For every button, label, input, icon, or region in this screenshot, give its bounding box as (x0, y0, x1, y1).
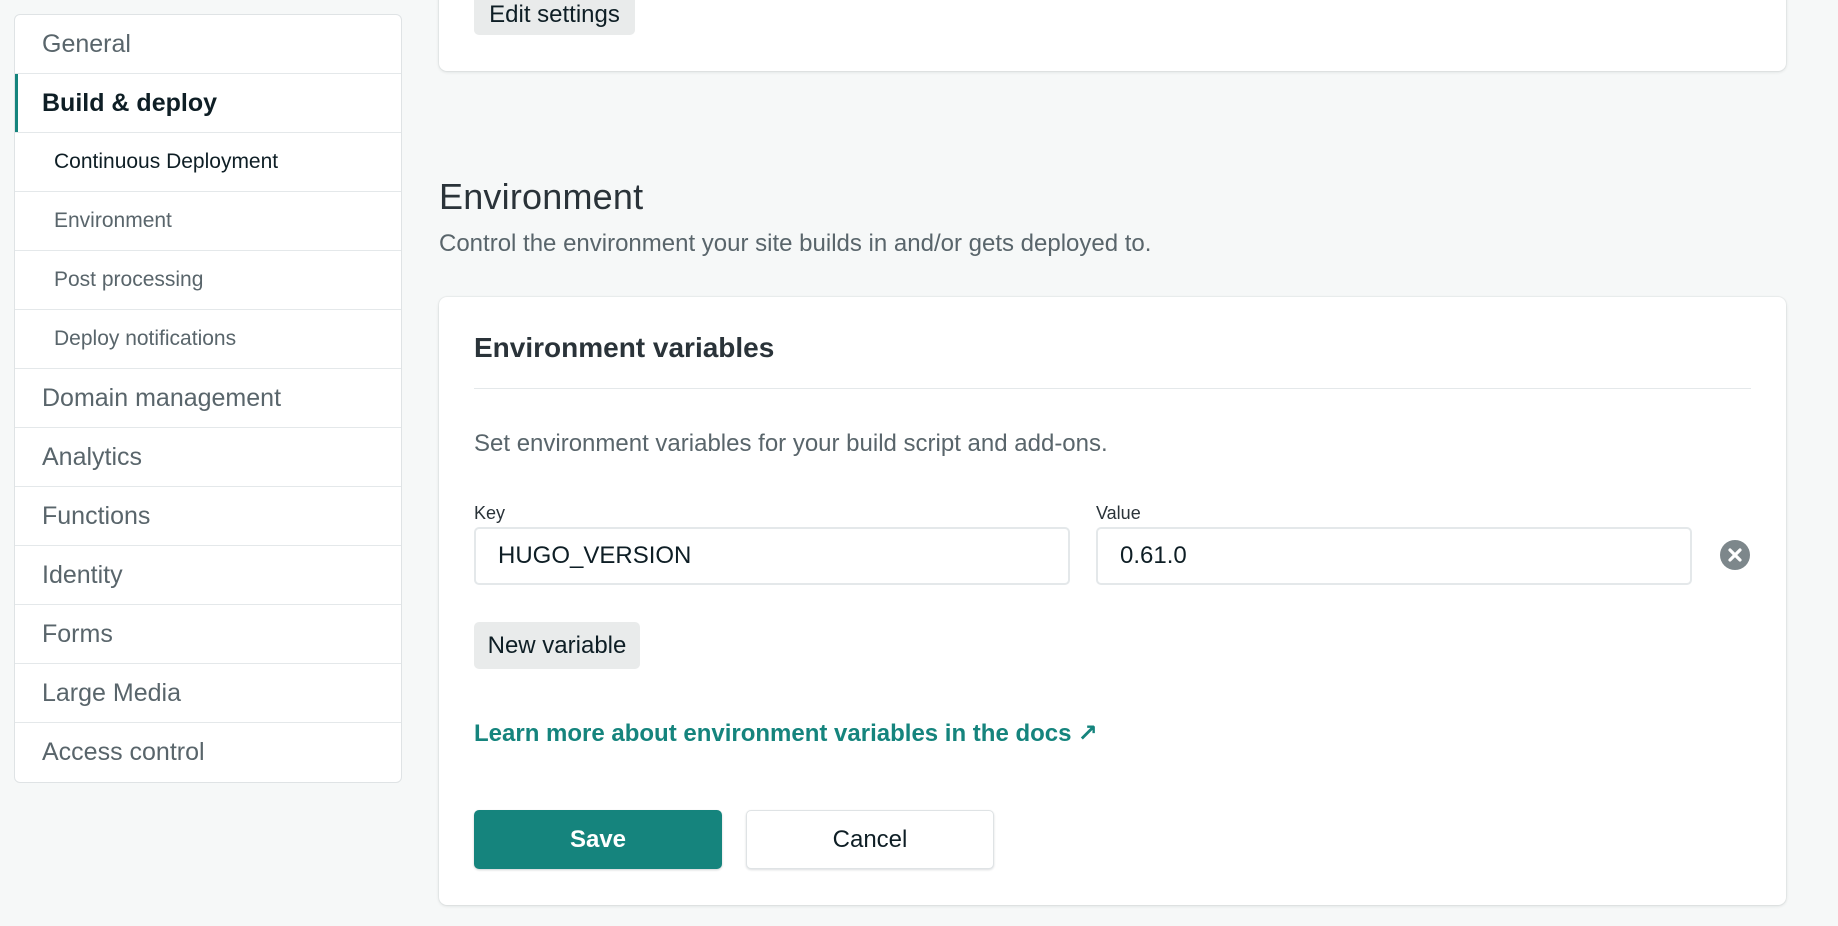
sidebar-item-analytics[interactable]: Analytics (15, 428, 401, 487)
section-description: Control the environment your site builds… (439, 230, 1152, 257)
external-link-icon: ↗ (1077, 720, 1098, 747)
sidebar-item-label: Functions (42, 501, 151, 530)
value-label: Value (1096, 503, 1141, 523)
sidebar-item-identity[interactable]: Identity (15, 546, 401, 605)
sidebar-item-label: Access control (42, 738, 205, 766)
sidebar-item-access-control[interactable]: Access control (15, 723, 401, 782)
sidebar-item-build-deploy[interactable]: Build & deploy (15, 74, 401, 133)
card-title: Environment variables (474, 332, 775, 363)
sidebar-item-label: General (42, 29, 131, 58)
sidebar-item-label: Analytics (42, 442, 143, 471)
build-settings-card: Edit settings (439, 0, 1786, 71)
remove-variable-icon[interactable] (1719, 539, 1751, 571)
cancel-button[interactable]: Cancel (746, 810, 994, 869)
sidebar-subitem-continuous-deployment[interactable]: Continuous Deployment (15, 133, 401, 192)
settings-sidebar: General Build & deploy Continuous Deploy… (14, 14, 402, 783)
sidebar-subitem-label: Environment (54, 209, 172, 232)
key-label: Key (474, 503, 506, 523)
value-input[interactable] (1096, 527, 1692, 585)
sidebar-item-large-media[interactable]: Large Media (15, 664, 401, 723)
sidebar-item-label: Domain management (42, 383, 282, 412)
key-input[interactable] (474, 527, 1070, 585)
sidebar-item-functions[interactable]: Functions (15, 487, 401, 546)
new-variable-button[interactable]: New variable (474, 622, 640, 669)
sidebar-subitem-deploy-notifications[interactable]: Deploy notifications (15, 310, 401, 369)
environment-variables-card: Environment variables Set environment va… (439, 297, 1786, 905)
card-divider (474, 388, 1751, 389)
sidebar-subitem-post-processing[interactable]: Post processing (15, 251, 401, 310)
sidebar-item-label: Forms (42, 619, 113, 648)
section-title: Environment (439, 176, 644, 217)
sidebar-subitem-environment[interactable]: Environment (15, 192, 401, 251)
card-help-text: Set environment variables for your build… (474, 430, 1108, 457)
sidebar-subitem-label: Deploy notifications (54, 327, 237, 350)
edit-settings-button[interactable]: Edit settings (474, 0, 635, 35)
docs-link-label: Learn more about environment variables i… (474, 720, 1072, 747)
sidebar-subitem-label: Post processing (54, 268, 204, 291)
environment-docs-link[interactable]: Learn more about environment variables i… (474, 719, 1098, 748)
sidebar-subitem-label: Continuous Deployment (54, 150, 279, 173)
sidebar-item-label: Large Media (42, 678, 181, 707)
sidebar-item-label: Identity (42, 560, 123, 589)
sidebar-item-label: Build & deploy (42, 88, 217, 117)
sidebar-item-domain-management[interactable]: Domain management (15, 369, 401, 428)
sidebar-item-general[interactable]: General (15, 15, 401, 74)
save-button[interactable]: Save (474, 810, 722, 869)
sidebar-item-forms[interactable]: Forms (15, 605, 401, 664)
